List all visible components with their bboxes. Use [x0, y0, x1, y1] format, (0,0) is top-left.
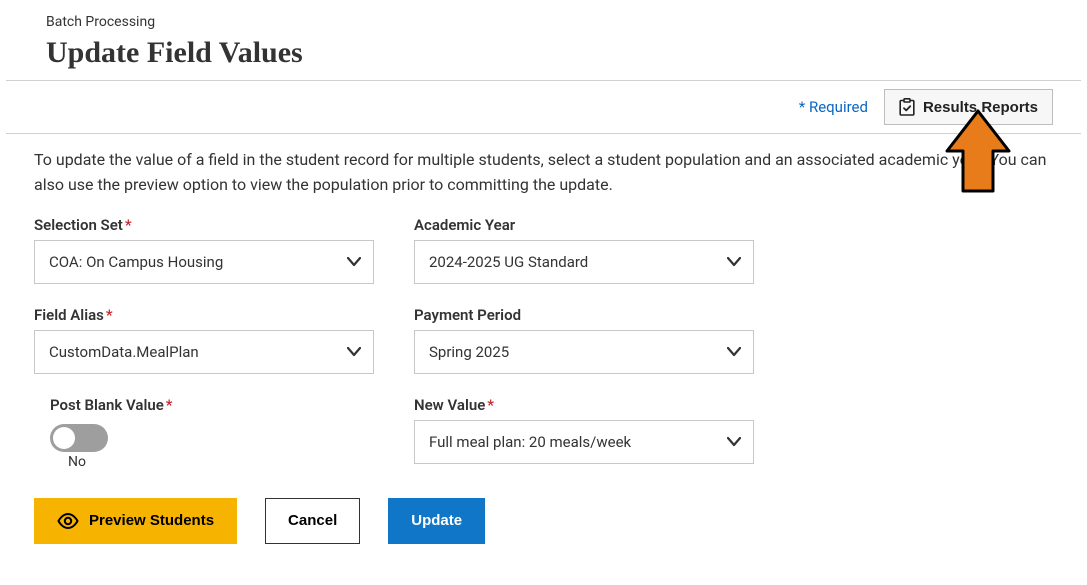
page-title: Update Field Values — [46, 36, 1081, 70]
field-alias-label: Field Alias* — [34, 306, 374, 324]
label-text: Field Alias — [34, 306, 104, 324]
field-alias-select[interactable]: CustomData.MealPlan — [34, 330, 374, 374]
payment-period-label: Payment Period — [414, 306, 754, 324]
clipboard-check-icon — [899, 98, 915, 116]
new-value-label: New Value* — [414, 396, 754, 414]
update-button[interactable]: Update — [388, 498, 485, 544]
new-value-select[interactable]: Full meal plan: 20 meals/week — [414, 420, 754, 464]
required-asterisk: * — [487, 396, 494, 414]
payment-period-select[interactable]: Spring 2025 — [414, 330, 754, 374]
selection-set-value: COA: On Campus Housing — [49, 253, 223, 271]
academic-year-select[interactable]: 2024-2025 UG Standard — [414, 240, 754, 284]
field-alias-field: Field Alias* CustomData.MealPlan — [34, 306, 374, 374]
academic-year-label: Academic Year — [414, 216, 754, 234]
chevron-down-icon — [347, 343, 361, 361]
selection-set-field: Selection Set* COA: On Campus Housing — [34, 216, 374, 284]
selection-set-select[interactable]: COA: On Campus Housing — [34, 240, 374, 284]
payment-period-value: Spring 2025 — [429, 343, 509, 361]
label-text: Payment Period — [414, 306, 521, 324]
selection-set-label: Selection Set* — [34, 216, 374, 234]
post-blank-state: No — [68, 454, 374, 470]
results-reports-button[interactable]: Results Reports — [884, 89, 1053, 125]
new-value-value: Full meal plan: 20 meals/week — [429, 433, 631, 451]
post-blank-label: Post Blank Value* — [50, 396, 374, 414]
label-text: Selection Set — [34, 216, 123, 234]
chevron-down-icon — [727, 343, 741, 361]
page-root: Batch Processing Update Field Values * R… — [0, 0, 1087, 544]
cancel-label: Cancel — [288, 512, 337, 529]
academic-year-field: Academic Year 2024-2025 UG Standard — [414, 216, 754, 284]
required-asterisk: * — [106, 306, 113, 324]
new-value-field: New Value* Full meal plan: 20 meals/week — [414, 396, 754, 470]
breadcrumb: Batch Processing — [46, 14, 1081, 30]
payment-period-field: Payment Period Spring 2025 — [414, 306, 754, 374]
label-text: Academic Year — [414, 216, 515, 234]
required-indicator: * Required — [799, 98, 868, 116]
chevron-down-icon — [727, 253, 741, 271]
chevron-down-icon — [347, 253, 361, 271]
preview-students-button[interactable]: Preview Students — [34, 498, 237, 544]
field-alias-value: CustomData.MealPlan — [49, 343, 199, 361]
topbar: * Required Results Reports — [6, 81, 1081, 133]
label-text: New Value — [414, 396, 485, 414]
toggle-knob — [53, 427, 75, 449]
post-blank-toggle[interactable] — [50, 424, 108, 452]
results-reports-label: Results Reports — [923, 99, 1038, 116]
action-bar: Preview Students Cancel Update — [6, 470, 1081, 544]
academic-year-value: 2024-2025 UG Standard — [429, 253, 588, 271]
page-description: To update the value of a field in the st… — [6, 134, 1081, 216]
eye-icon — [57, 513, 79, 529]
cancel-button[interactable]: Cancel — [265, 498, 360, 544]
post-blank-field: Post Blank Value* No — [34, 396, 374, 470]
chevron-down-icon — [727, 433, 741, 451]
form: Selection Set* COA: On Campus Housing Ac… — [6, 216, 1081, 470]
required-asterisk: * — [125, 216, 132, 234]
update-label: Update — [411, 512, 462, 529]
required-asterisk: * — [166, 396, 173, 414]
label-text: Post Blank Value — [50, 396, 164, 414]
preview-students-label: Preview Students — [89, 512, 214, 529]
